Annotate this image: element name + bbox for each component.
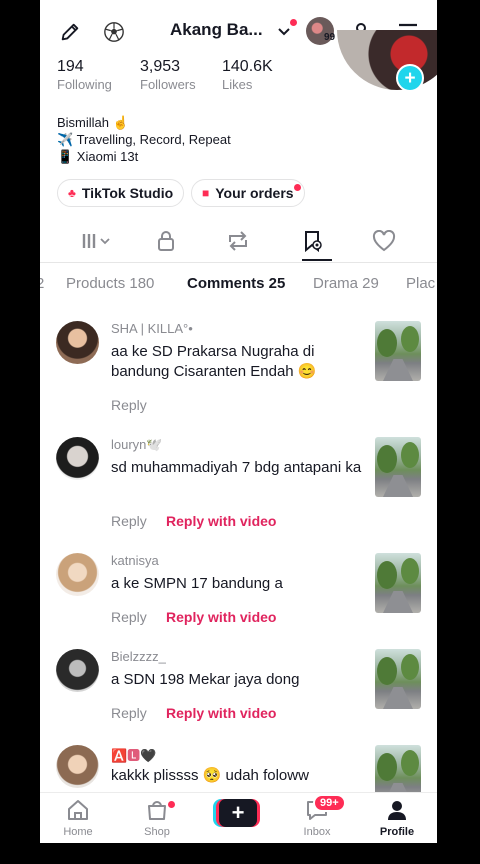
nav-shop[interactable]: Shop xyxy=(127,799,187,838)
comment-item[interactable]: louryn🕊️ sd muhammadiyah 7 bdg antapani … xyxy=(40,437,437,537)
comment-item[interactable]: SHA | KILLA°• aa ke SD Prakarsa Nugraha … xyxy=(40,321,437,421)
likes-count: 140.6K xyxy=(222,58,273,75)
videos-grid-icon[interactable] xyxy=(80,229,114,253)
content-tab-icons xyxy=(40,222,437,263)
tiktok-studio-button[interactable]: ♣ TikTok Studio xyxy=(57,179,185,207)
bio-line: 📱 Xiaomi 13t xyxy=(57,149,139,164)
profile-name[interactable]: Akang Ba... xyxy=(170,20,263,40)
commenter-name[interactable]: SHA | KILLA°• xyxy=(111,321,193,336)
comment-text: aa ke SD Prakarsa Nugraha di bandung Cis… xyxy=(111,343,317,380)
nav-profile-label: Profile xyxy=(379,826,415,838)
add-story-icon[interactable]: + xyxy=(396,64,424,92)
reply-with-video-button[interactable]: Reply with video xyxy=(166,609,276,625)
shopping-bag-icon: ■ xyxy=(202,186,210,200)
profile-icon xyxy=(388,801,406,820)
commenter-avatar[interactable] xyxy=(56,553,99,596)
followers-label: Followers xyxy=(140,77,196,92)
video-thumbnail[interactable] xyxy=(375,553,421,613)
commenter-avatar[interactable] xyxy=(56,649,99,692)
tab-places[interactable]: Plac xyxy=(406,275,435,292)
commenter-avatar[interactable] xyxy=(56,745,99,788)
shop-dot xyxy=(168,801,175,808)
reply-with-video-button[interactable]: Reply with video xyxy=(166,513,276,529)
bottom-navigation: Home Shop + Inbox 99+ Profile xyxy=(40,792,437,843)
video-thumbnail[interactable] xyxy=(375,437,421,497)
tab-products[interactable]: Products 180 xyxy=(66,275,154,292)
following-count: 194 xyxy=(57,58,84,75)
your-orders-button[interactable]: ■ Your orders xyxy=(191,179,305,207)
tab-drama[interactable]: Drama 29 xyxy=(313,275,379,292)
followers-stat[interactable]: 3,953 Followers xyxy=(140,58,196,92)
reply-with-video-button[interactable]: Reply with video xyxy=(166,705,276,721)
reply-button[interactable]: Reply xyxy=(111,513,147,529)
shopping-bag-icon xyxy=(148,801,166,820)
nav-home-label: Home xyxy=(63,826,93,838)
tab-comments[interactable]: Comments 25 xyxy=(187,275,285,292)
commenter-name[interactable]: 🅰️🅻🖤 xyxy=(111,745,156,764)
comment-text: a SDN 198 Mekar jaya dong xyxy=(111,671,300,688)
soccer-ball-icon[interactable] xyxy=(102,20,126,44)
reply-button[interactable]: Reply xyxy=(111,609,147,625)
heart-icon[interactable] xyxy=(371,228,397,254)
nav-home[interactable]: Home xyxy=(48,799,108,838)
favorites-icon[interactable] xyxy=(300,228,326,254)
bio-line: ✈️ Travelling, Record, Repeat xyxy=(57,132,231,147)
active-tab-indicator xyxy=(302,259,332,261)
followers-count: 3,953 xyxy=(140,58,181,75)
notification-dot xyxy=(290,19,297,26)
comment-item[interactable]: 🅰️🅻🖤 kakkk plissss 🥺 udah foloww xyxy=(40,745,437,805)
reply-button[interactable]: Reply xyxy=(111,705,147,721)
tiktok-studio-label: TikTok Studio xyxy=(81,185,174,201)
chevron-down-icon[interactable] xyxy=(276,22,292,42)
repost-icon[interactable] xyxy=(225,228,251,254)
comment-text: sd muhammadiyah 7 bdg antapani ka xyxy=(111,459,362,476)
studio-icon: ♣ xyxy=(68,186,76,200)
commenter-name[interactable]: louryn🕊️ xyxy=(111,437,163,453)
category-tabs: 2 Products 180 Comments 25 Drama 29 Plac xyxy=(40,272,437,296)
orders-dot xyxy=(293,184,301,191)
commenter-avatar[interactable] xyxy=(56,321,99,364)
commenter-name[interactable]: katnisya xyxy=(111,553,159,568)
pencil-icon[interactable] xyxy=(58,20,82,44)
profile-screen: Akang Ba... 99 194 Following 3,953 Follo… xyxy=(40,0,437,843)
lock-icon[interactable] xyxy=(154,228,178,254)
nav-profile[interactable]: Profile xyxy=(367,799,427,838)
inbox-badge: 99+ xyxy=(313,794,346,812)
comment-text: kakkk plissss 🥺 udah foloww xyxy=(111,767,309,784)
commenter-avatar[interactable] xyxy=(56,437,99,480)
tab-cut[interactable]: 2 xyxy=(40,275,44,292)
following-label: Following xyxy=(57,77,112,92)
create-plus-icon: + xyxy=(219,799,257,827)
likes-stat[interactable]: 140.6K Likes xyxy=(222,58,273,92)
video-thumbnail[interactable] xyxy=(375,649,421,709)
following-stat[interactable]: 194 Following xyxy=(57,58,112,92)
nav-shop-label: Shop xyxy=(144,826,170,838)
comment-item[interactable]: katnisya a ke SMPN 17 bandung a Reply Re… xyxy=(40,553,437,633)
likes-label: Likes xyxy=(222,77,253,92)
nav-inbox-label: Inbox xyxy=(303,826,331,838)
your-orders-label: Your orders xyxy=(215,185,294,201)
home-icon xyxy=(68,800,88,820)
reply-button[interactable]: Reply xyxy=(111,397,147,413)
video-thumbnail[interactable] xyxy=(375,321,421,381)
comment-item[interactable]: Bielzzzz_ a SDN 198 Mekar jaya dong Repl… xyxy=(40,649,437,729)
create-button[interactable]: + xyxy=(216,799,260,827)
account-count-badge: 99 xyxy=(324,32,336,43)
bio-line: Bismillah ☝ xyxy=(57,115,129,130)
commenter-name[interactable]: Bielzzzz_ xyxy=(111,649,166,664)
bio: Bismillah ☝ ✈️ Travelling, Record, Repea… xyxy=(57,114,231,165)
comment-text: a ke SMPN 17 bandung a xyxy=(111,575,283,592)
